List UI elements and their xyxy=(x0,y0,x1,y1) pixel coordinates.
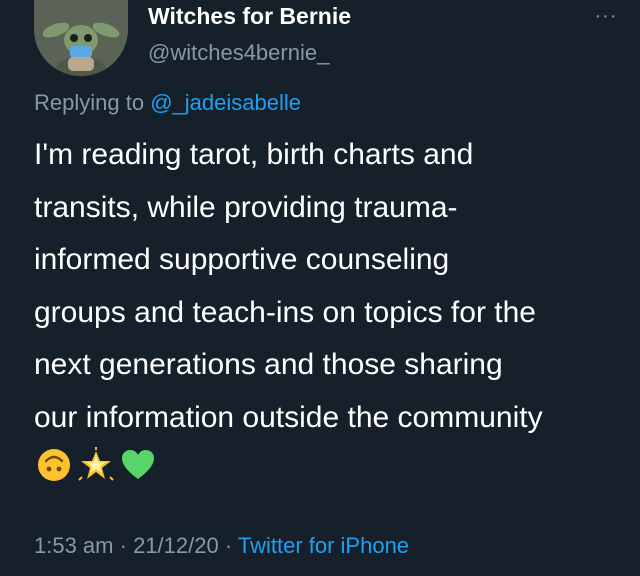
replying-mention-link[interactable]: @_jadeisabelle xyxy=(150,90,301,115)
tweet-meta: 1:53 am · 21/12/20 · Twitter for iPhone xyxy=(34,533,409,559)
tweet-text-line: transits, while providing trauma- xyxy=(34,190,458,224)
tweet-source-link[interactable]: Twitter for iPhone xyxy=(238,533,409,558)
more-options-icon[interactable]: ··· xyxy=(590,2,622,30)
tweet-date[interactable]: 21/12/20 xyxy=(133,533,219,558)
replying-prefix: Replying to xyxy=(34,90,151,115)
avatar-image xyxy=(34,0,128,76)
tweet-text-line: next generations and those sharing xyxy=(34,348,503,381)
replying-to: Replying to @_jadeisabelle xyxy=(34,90,301,116)
tweet-text: I'm reading tarot, birth charts and tran… xyxy=(34,129,634,444)
meta-separator: · xyxy=(218,533,238,558)
avatar[interactable] xyxy=(34,0,128,76)
tweet-text-line: informed supportive counseling xyxy=(34,243,450,276)
meta-separator: · xyxy=(113,533,134,558)
display-name[interactable]: Witches for Bernie xyxy=(148,3,351,30)
tweet-time[interactable]: 1:53 am xyxy=(34,533,114,558)
user-handle[interactable]: @witches4bernie_ xyxy=(148,40,329,66)
emoji-row xyxy=(36,447,156,483)
tweet-text-line: groups and teach-ins on topics for the xyxy=(34,295,536,329)
glowing-star-icon xyxy=(78,447,114,481)
green-heart-icon xyxy=(122,450,154,479)
tweet-text-line: I'm reading tarot, birth charts and xyxy=(34,138,474,171)
tweet-text-line: our information outside the community xyxy=(34,400,543,434)
upside-down-face-icon xyxy=(38,449,70,481)
